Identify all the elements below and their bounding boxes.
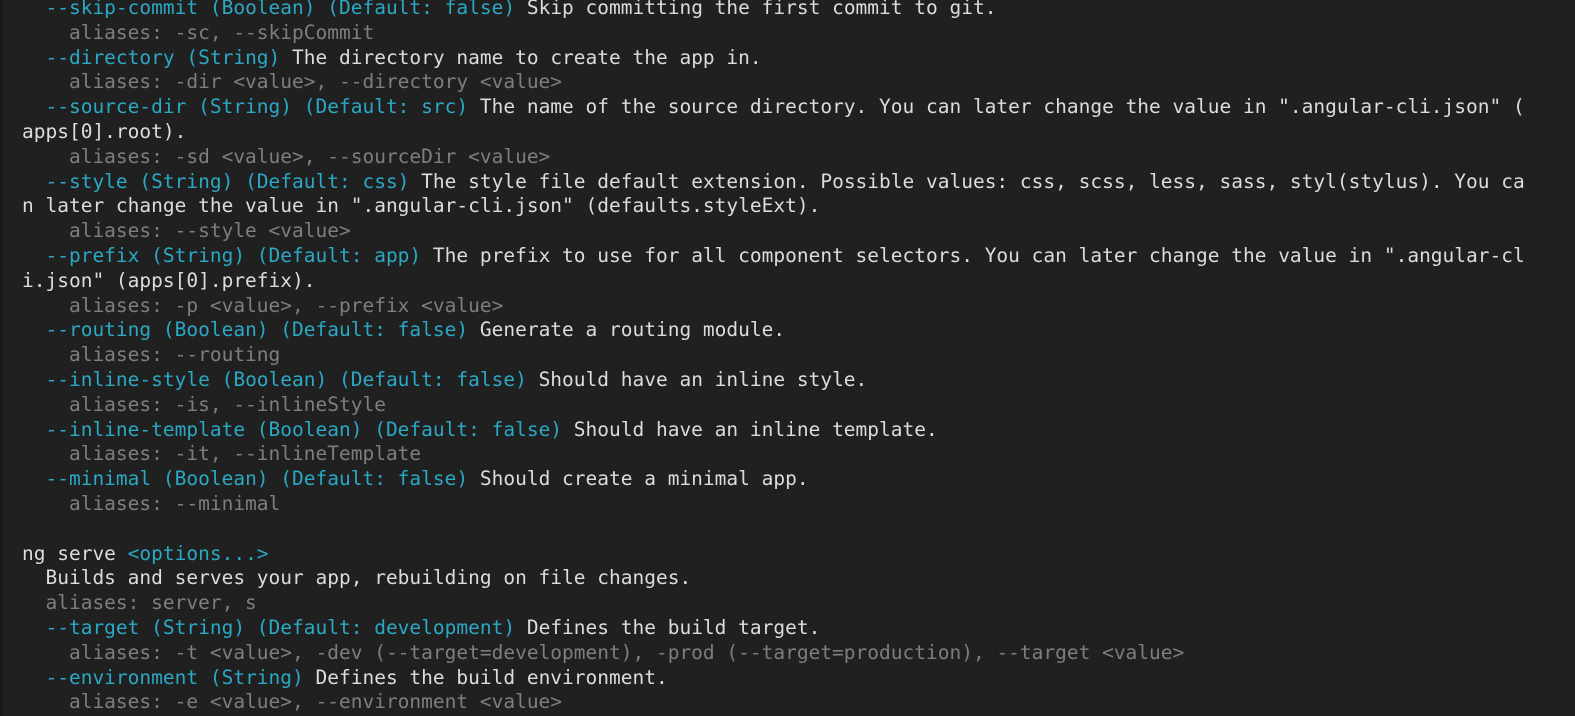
terminal-text-span: Builds and serves your app, rebuilding o… bbox=[22, 566, 692, 590]
terminal-line: aliases: -it, --inlineTemplate bbox=[22, 442, 1575, 467]
terminal-text-span: Generate a routing module. bbox=[468, 318, 786, 342]
terminal-text-span: Should create a minimal app. bbox=[468, 467, 809, 491]
terminal-text-span bbox=[22, 318, 45, 341]
terminal-text-span: Should have an inline template. bbox=[562, 417, 938, 441]
terminal-text-span: aliases: -p <value>, --prefix <value> bbox=[22, 293, 504, 317]
terminal-text-span: aliases: -dir <value>, --directory <valu… bbox=[22, 70, 563, 94]
terminal-line: n later change the value in ".angular-cl… bbox=[22, 194, 1575, 219]
terminal-line: i.json" (apps[0].prefix). bbox=[22, 269, 1575, 294]
terminal-text-span: --minimal (Boolean) (Default: false) bbox=[45, 467, 469, 491]
terminal-text-span: aliases: -e <value>, --environment <valu… bbox=[22, 690, 563, 714]
terminal-text-span: aliases: -sd <value>, --sourceDir <value… bbox=[22, 144, 551, 168]
terminal-line: --style (String) (Default: css) The styl… bbox=[22, 170, 1575, 195]
terminal-line: aliases: --routing bbox=[22, 343, 1575, 368]
terminal-line: aliases: -sc, --skipCommit bbox=[22, 21, 1575, 46]
terminal-text-span: --skip-commit (Boolean) (Default: false) bbox=[45, 0, 516, 19]
terminal-line: Builds and serves your app, rebuilding o… bbox=[22, 566, 1575, 591]
terminal-text-span: Defines the build environment. bbox=[303, 665, 668, 689]
terminal-line: aliases: server, s bbox=[22, 591, 1575, 616]
terminal-text-span: The style file default extension. Possib… bbox=[409, 169, 1525, 193]
terminal-text-span: --source-dir (String) (Default: src) bbox=[45, 95, 469, 119]
terminal-line: --inline-template (Boolean) (Default: fa… bbox=[22, 418, 1575, 443]
terminal-screen[interactable]: --skip-commit (Boolean) (Default: false)… bbox=[0, 0, 1575, 715]
terminal-text-span: Should have an inline style. bbox=[526, 367, 868, 391]
terminal-text-span bbox=[22, 368, 45, 391]
terminal-text-span: --inline-style (Boolean) (Default: false… bbox=[45, 367, 527, 391]
terminal-text-span: --inline-template (Boolean) (Default: fa… bbox=[45, 417, 563, 441]
terminal-text-span: i.json" (apps[0].prefix). bbox=[22, 268, 316, 292]
terminal-text-span bbox=[22, 0, 45, 19]
terminal-text-span: apps[0].root). bbox=[22, 119, 187, 143]
terminal-line: aliases: -e <value>, --environment <valu… bbox=[22, 690, 1575, 715]
terminal-line: aliases: --style <value> bbox=[22, 219, 1575, 244]
terminal-text-span bbox=[22, 467, 45, 490]
terminal-line: --target (String) (Default: development)… bbox=[22, 616, 1575, 641]
terminal-text-span: --routing (Boolean) (Default: false) bbox=[45, 318, 469, 342]
terminal-line: aliases: -is, --inlineStyle bbox=[22, 393, 1575, 418]
terminal-text-span: aliases: --minimal bbox=[22, 491, 281, 515]
terminal-line: aliases: -dir <value>, --directory <valu… bbox=[22, 70, 1575, 95]
terminal-line: --minimal (Boolean) (Default: false) Sho… bbox=[22, 467, 1575, 492]
terminal-line: --environment (String) Defines the build… bbox=[22, 666, 1575, 691]
terminal-line: --inline-style (Boolean) (Default: false… bbox=[22, 368, 1575, 393]
terminal-text-span: Defines the build target. bbox=[515, 615, 821, 639]
terminal-text-span: The prefix to use for all component sele… bbox=[421, 243, 1525, 267]
terminal-line: --directory (String) The directory name … bbox=[22, 46, 1575, 71]
terminal-text-span bbox=[22, 616, 45, 639]
terminal-text-span: --style (String) (Default: css) bbox=[45, 169, 410, 193]
terminal-text-span: The name of the source directory. You ca… bbox=[468, 95, 1525, 119]
terminal-text-span: --directory (String) bbox=[45, 45, 281, 69]
terminal-text-span: aliases: --routing bbox=[22, 343, 281, 367]
terminal-text-span bbox=[22, 666, 45, 689]
terminal-line: aliases: --minimal bbox=[22, 492, 1575, 517]
terminal-text-span: --prefix (String) (Default: app) bbox=[45, 243, 422, 267]
terminal-text-span: aliases: -is, --inlineStyle bbox=[22, 392, 386, 416]
terminal-text-span bbox=[22, 244, 45, 267]
terminal-text-span: aliases: -it, --inlineTemplate bbox=[22, 442, 422, 466]
terminal-line: --skip-commit (Boolean) (Default: false)… bbox=[22, 0, 1575, 21]
terminal-text-span bbox=[22, 418, 45, 441]
terminal-text-span: Skip committing the first commit to git. bbox=[515, 0, 997, 19]
terminal-line: aliases: -sd <value>, --sourceDir <value… bbox=[22, 145, 1575, 170]
terminal-text-span: ng serve bbox=[22, 541, 128, 565]
terminal-text-span bbox=[22, 46, 45, 69]
terminal-line: aliases: -t <value>, -dev (--target=deve… bbox=[22, 641, 1575, 666]
terminal-text-span: --target (String) (Default: development) bbox=[45, 615, 516, 639]
terminal-text-span: The directory name to create the app in. bbox=[280, 45, 762, 69]
terminal-line: --routing (Boolean) (Default: false) Gen… bbox=[22, 318, 1575, 343]
terminal-line: aliases: -p <value>, --prefix <value> bbox=[22, 294, 1575, 319]
terminal-text-span: aliases: -sc, --skipCommit bbox=[22, 20, 375, 44]
terminal-text-span: --environment (String) bbox=[45, 665, 304, 689]
terminal-text-span: n later change the value in ".angular-cl… bbox=[22, 194, 821, 218]
terminal-window[interactable]: --skip-commit (Boolean) (Default: false)… bbox=[0, 0, 1575, 716]
terminal-text-span: aliases: server, s bbox=[22, 591, 257, 615]
terminal-line: --prefix (String) (Default: app) The pre… bbox=[22, 244, 1575, 269]
terminal-text-span: aliases: --style <value> bbox=[22, 219, 351, 243]
terminal-text-span bbox=[22, 95, 45, 118]
terminal-line: apps[0].root). bbox=[22, 120, 1575, 145]
terminal-text-span: <options...> bbox=[127, 541, 269, 565]
terminal-text-span bbox=[22, 170, 45, 193]
terminal-line: ng serve <options...> bbox=[22, 542, 1575, 567]
terminal-line: --source-dir (String) (Default: src) The… bbox=[22, 95, 1575, 120]
terminal-text-span: aliases: -t <value>, -dev (--target=deve… bbox=[22, 640, 1185, 664]
